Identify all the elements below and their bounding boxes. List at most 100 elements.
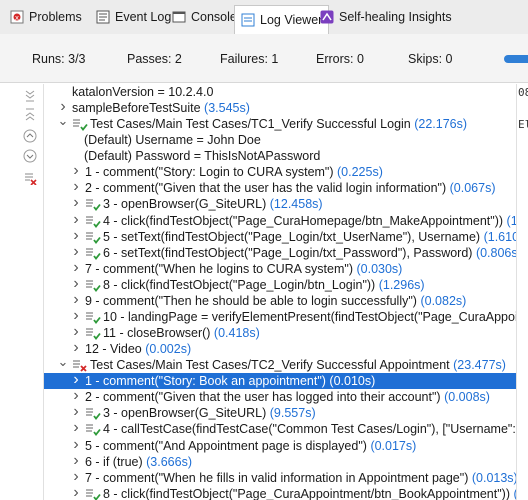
- runs-count: Runs: 3/3: [32, 52, 86, 66]
- tab-problems[interactable]: x Problems: [4, 5, 88, 29]
- duration: (3.666s): [146, 454, 192, 469]
- tree-item[interactable]: › 11 - closeBrowser() (0.418s): [44, 323, 516, 341]
- duration: (0.225s): [337, 165, 383, 180]
- chevron-right-icon[interactable]: ›: [71, 194, 81, 211]
- detail-pane-text: 08-: [518, 86, 528, 99]
- tree-item[interactable]: › 5 - setText(findTestObject("Page_Login/…: [44, 227, 516, 245]
- chevron-right-icon[interactable]: ›: [71, 227, 81, 244]
- tree-item[interactable]: ⌄ Test Cases/Main Test Cases/TC1_Verify S…: [44, 113, 516, 132]
- chevron-right-icon[interactable]: ›: [71, 307, 81, 324]
- passed-status-icon: [85, 214, 101, 228]
- tab-label: Problems: [29, 10, 82, 24]
- tree-item[interactable]: (Default) Username = John Doe: [44, 132, 516, 148]
- tree-item-label: Test Cases/Main Test Cases/TC2_Verify Su…: [90, 358, 506, 372]
- tree-item-label: 2 - comment("Given that the user has the…: [85, 181, 495, 195]
- tree-item-label: 8 - click(findTestObject("Page_Login/btn…: [103, 278, 425, 292]
- chevron-down-icon[interactable]: ⌄: [58, 113, 69, 129]
- chevron-right-icon[interactable]: ›: [71, 468, 81, 485]
- chevron-right-icon[interactable]: ›: [71, 419, 81, 436]
- duration: (0.418s): [213, 326, 260, 341]
- chevron-right-icon[interactable]: ›: [71, 211, 81, 228]
- tree-item[interactable]: › 3 - openBrowser(G_SiteURL) (9.557s): [44, 403, 516, 421]
- pane-divider: [516, 84, 517, 500]
- chevron-right-icon[interactable]: ›: [71, 275, 81, 292]
- tree-item-label: 10 - landingPage = verifyElementPresent(…: [103, 310, 516, 324]
- tree-item[interactable]: › 7 - comment("When he logins to CURA sys…: [44, 259, 516, 277]
- tree-item-label: sampleBeforeTestSuite (3.545s): [72, 101, 250, 115]
- show-failures-only-icon[interactable]: [22, 170, 38, 186]
- collapse-all-icon[interactable]: [22, 106, 38, 122]
- chevron-right-icon[interactable]: ›: [71, 178, 81, 195]
- tab-self-healing-insights[interactable]: Self-healing Insights: [314, 5, 458, 29]
- chevron-right-icon[interactable]: ›: [71, 484, 81, 500]
- tree-item[interactable]: › 12 - Video (0.002s): [44, 339, 516, 357]
- passed-status-icon: [72, 117, 88, 132]
- passed-status-icon: [85, 246, 101, 260]
- tree-item-text: (Default) Username = John Doe: [84, 133, 261, 148]
- chevron-down-icon[interactable]: ⌄: [58, 354, 69, 370]
- move-up-icon[interactable]: [22, 128, 38, 144]
- tree-item[interactable]: › 2 - comment("Given that the user has th…: [44, 178, 516, 196]
- tree-item-label: Test Cases/Main Test Cases/TC1_Verify Su…: [90, 117, 467, 131]
- tree-item-label: 7 - comment("When he fills in valid info…: [85, 471, 516, 485]
- tree-item[interactable]: › 8 - click(findTestObject("Page_CuraAppo…: [44, 484, 516, 500]
- tree-item[interactable]: › 6 - if (true) (3.666s): [44, 452, 516, 470]
- tree-item-text: 5 - comment("And Appointment page is dis…: [85, 438, 367, 453]
- tree-item[interactable]: › 7 - comment("When he fills in valid inf…: [44, 468, 516, 486]
- svg-text:x: x: [15, 14, 19, 22]
- expand-all-icon[interactable]: [22, 88, 38, 104]
- tree-item-label: 2 - comment("Given that the user has log…: [85, 390, 490, 404]
- duration: (0.067s): [449, 181, 496, 196]
- tree-item[interactable]: › 10 - landingPage = verifyElementPresent…: [44, 307, 516, 325]
- chevron-right-icon[interactable]: ›: [71, 403, 81, 420]
- tree-item-text: sampleBeforeTestSuite: [72, 101, 201, 116]
- tree-item-label: 6 - setText(findTestObject("Page_Login/t…: [103, 246, 516, 260]
- tree-item-text: 8 - click(findTestObject("Page_Login/btn…: [103, 277, 376, 292]
- tree-item-label: (Default) Password = ThisIsNotAPassword: [84, 149, 320, 163]
- chevron-right-icon[interactable]: ›: [71, 387, 81, 404]
- progress-bar: [504, 55, 528, 63]
- skips-count: Skips: 0: [408, 52, 453, 66]
- chevron-right-icon[interactable]: ›: [71, 243, 81, 260]
- tab-event-log[interactable]: Event Log: [90, 5, 177, 29]
- passed-status-icon: [85, 278, 101, 292]
- passed-status-icon: [85, 422, 101, 437]
- tree-item-text: 6 - if (true): [85, 454, 143, 469]
- tree-item-text: 5 - setText(findTestObject("Page_Login/t…: [103, 229, 481, 244]
- tree-item[interactable]: › 1 - comment("Story: Login to CURA syste…: [44, 162, 516, 180]
- tree-item-text: 4 - click(findTestObject("Page_CuraHomep…: [103, 213, 504, 228]
- tab-console[interactable]: Console: [166, 5, 243, 29]
- tree-item[interactable]: (Default) Password = ThisIsNotAPassword: [44, 148, 516, 164]
- chevron-right-icon[interactable]: ›: [71, 452, 81, 469]
- tree-item-label: 1 - comment("Story: Login to CURA system…: [85, 165, 383, 179]
- move-down-icon[interactable]: [22, 148, 38, 164]
- passed-status-icon: [85, 326, 101, 340]
- chevron-right-icon[interactable]: ›: [71, 162, 81, 179]
- chevron-right-icon[interactable]: ›: [71, 436, 81, 453]
- chevron-right-icon[interactable]: ›: [71, 323, 81, 340]
- duration: (1.296s): [378, 277, 425, 292]
- tree-item[interactable]: katalonVersion = 10.2.4.0: [44, 84, 516, 100]
- passed-status-icon: [85, 310, 101, 324]
- chevron-right-icon[interactable]: ›: [71, 339, 81, 356]
- tree-item[interactable]: ⌄ Test Cases/Main Test Cases/TC2_Verify S…: [44, 354, 516, 373]
- tree-item[interactable]: › 4 - click(findTestObject("Page_CuraHome…: [44, 211, 516, 229]
- tree-item[interactable]: › 2 - comment("Given that the user has lo…: [44, 387, 516, 405]
- tree-item[interactable]: › 5 - comment("And Appointment page is di…: [44, 436, 516, 454]
- chevron-right-icon[interactable]: ›: [71, 259, 81, 276]
- tree-item[interactable]: › 1 - comment("Story: Book an appointment…: [44, 371, 516, 390]
- duration: (22.176s): [414, 117, 468, 132]
- chevron-right-icon[interactable]: ›: [71, 371, 81, 388]
- tree-item[interactable]: › sampleBeforeTestSuite (3.545s): [44, 98, 516, 116]
- tree-item[interactable]: › 3 - openBrowser(G_SiteURL) (12.458s): [44, 194, 516, 212]
- tree-item[interactable]: › 8 - click(findTestObject("Page_Login/bt…: [44, 275, 516, 293]
- duration: (0.013s): [471, 470, 516, 485]
- log-tree[interactable]: katalonVersion = 10.2.4.0 › sampleBeforeTe…: [44, 84, 516, 500]
- tree-item[interactable]: › 6 - setText(findTestObject("Page_Login/…: [44, 243, 516, 261]
- tree-item[interactable]: › 4 - callTestCase(findTestCase("Common T…: [44, 419, 516, 437]
- chevron-right-icon[interactable]: ›: [71, 291, 81, 308]
- tree-item-text: 7 - comment("When he fills in valid info…: [85, 470, 469, 485]
- duration: (1.259s): [506, 213, 516, 228]
- tree-item[interactable]: › 9 - comment("Then he should be able to …: [44, 291, 516, 309]
- passes-count: Passes: 2: [127, 52, 182, 66]
